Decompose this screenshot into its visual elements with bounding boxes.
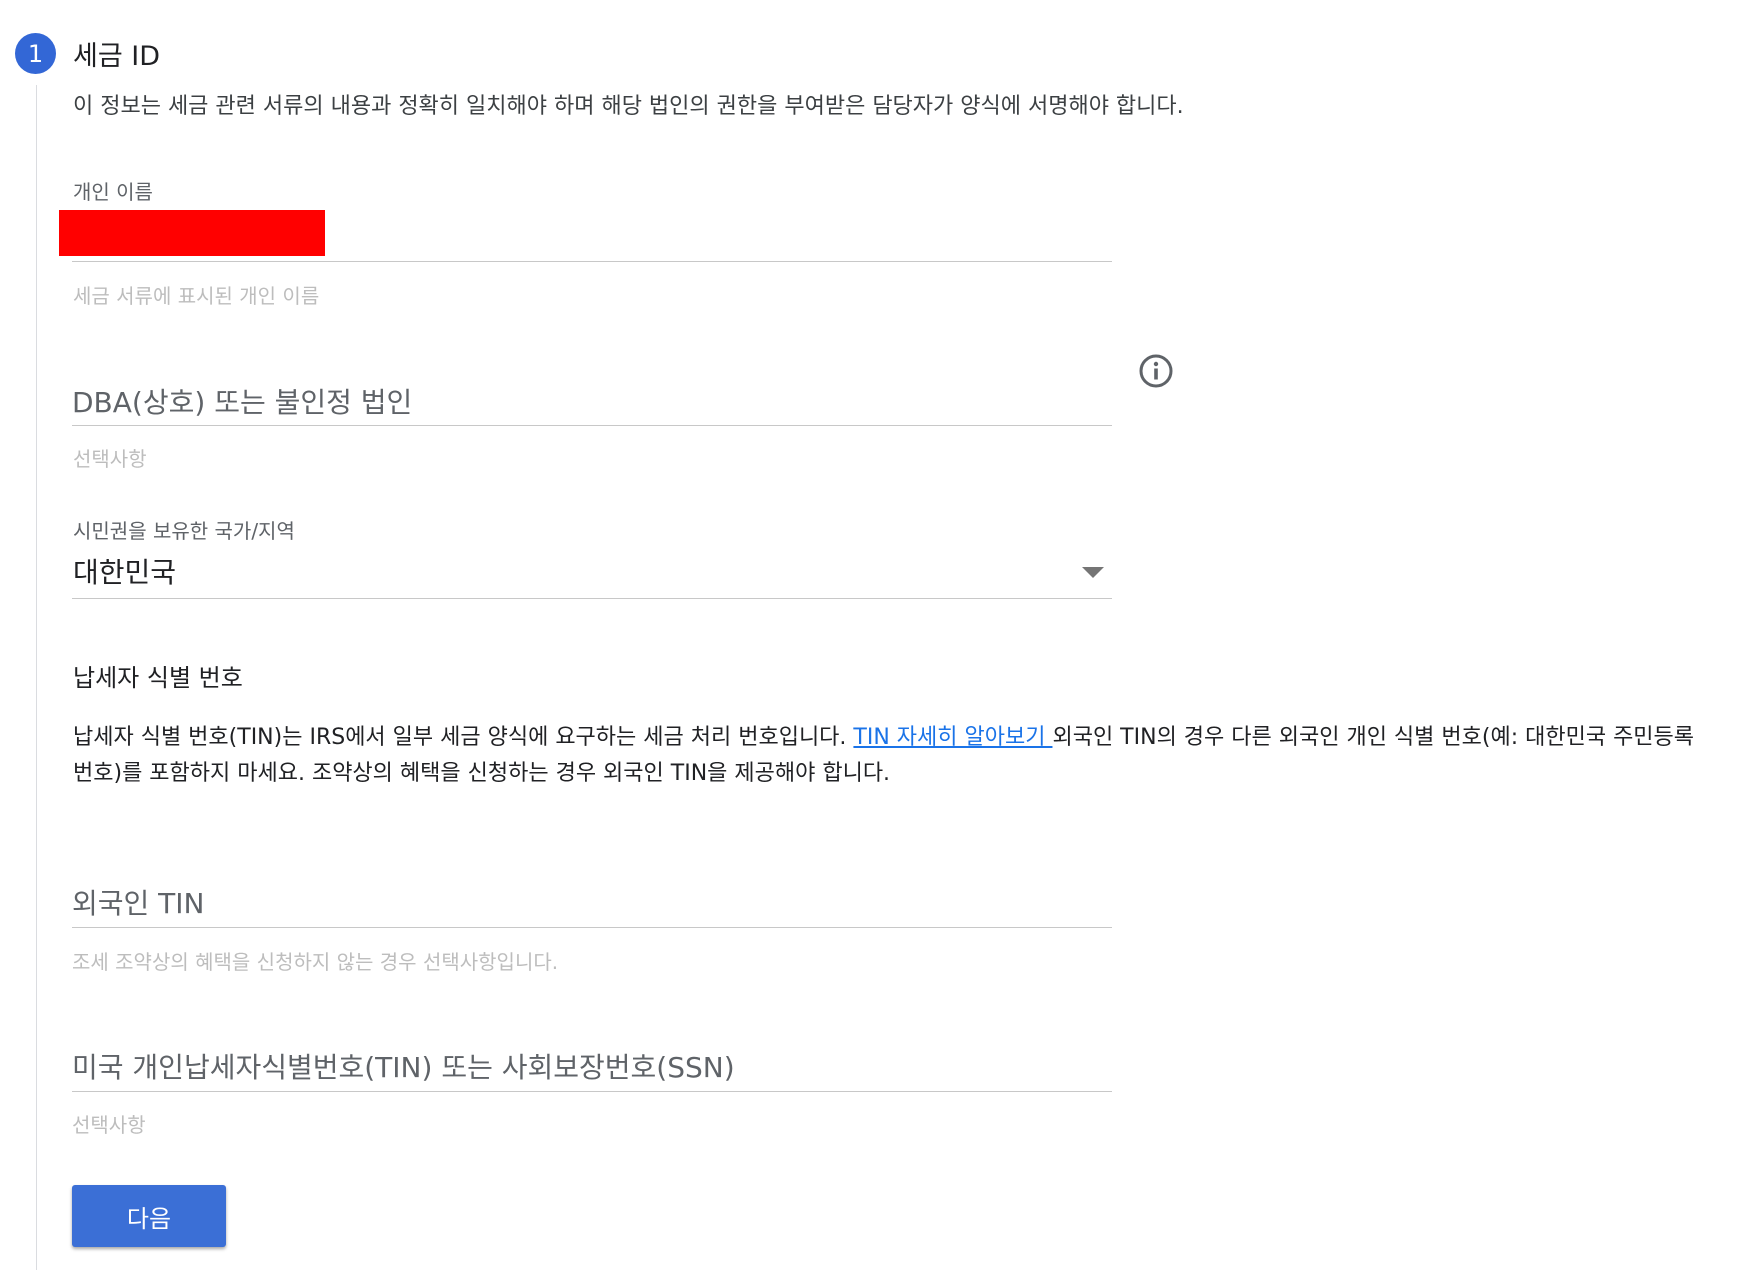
tin-section-title: 납세자 식별 번호 <box>73 664 243 692</box>
dba-input[interactable]: DBA(상호) 또는 불인정 법인 <box>72 381 412 421</box>
step-title: 세금 ID <box>73 41 161 72</box>
us-tin-ssn-underline <box>72 1091 1112 1092</box>
tin-description-text-before: 납세자 식별 번호(TIN)는 IRS에서 일부 세금 양식에 요구하는 세금 … <box>73 725 854 750</box>
foreign-tin-underline <box>72 927 1112 928</box>
info-icon[interactable] <box>1138 353 1174 389</box>
step-number-badge: 1 <box>15 33 56 74</box>
dba-underline <box>72 425 1112 426</box>
next-button[interactable]: 다음 <box>72 1185 226 1247</box>
us-tin-ssn-hint: 선택사항 <box>72 1113 146 1137</box>
citizenship-underline <box>72 598 1112 599</box>
foreign-tin-input[interactable]: 외국인 TIN <box>72 882 205 922</box>
step-connector-line <box>36 85 37 1270</box>
tin-learn-more-link[interactable]: TIN 자세히 알아보기 <box>853 725 1052 750</box>
intro-text: 이 정보는 세금 관련 서류의 내용과 정확히 일치해야 하며 해당 법인의 권… <box>73 94 1184 119</box>
redacted-name-value[interactable] <box>59 210 325 256</box>
individual-name-hint: 세금 서류에 표시된 개인 이름 <box>73 284 320 308</box>
individual-name-label: 개인 이름 <box>73 180 153 204</box>
us-tin-ssn-input[interactable]: 미국 개인납세자식별번호(TIN) 또는 사회보장번호(SSN) <box>72 1046 735 1086</box>
foreign-tin-hint: 조세 조약상의 혜택을 신청하지 않는 경우 선택사항입니다. <box>72 950 559 974</box>
citizenship-label: 시민권을 보유한 국가/지역 <box>73 519 295 543</box>
citizenship-select[interactable]: 대한민국 <box>73 551 176 591</box>
dba-hint: 선택사항 <box>73 447 147 471</box>
dropdown-arrow-icon[interactable] <box>1082 567 1104 578</box>
tin-description: 납세자 식별 번호(TIN)는 IRS에서 일부 세금 양식에 요구하는 세금 … <box>73 720 1703 792</box>
individual-name-underline <box>72 261 1112 262</box>
